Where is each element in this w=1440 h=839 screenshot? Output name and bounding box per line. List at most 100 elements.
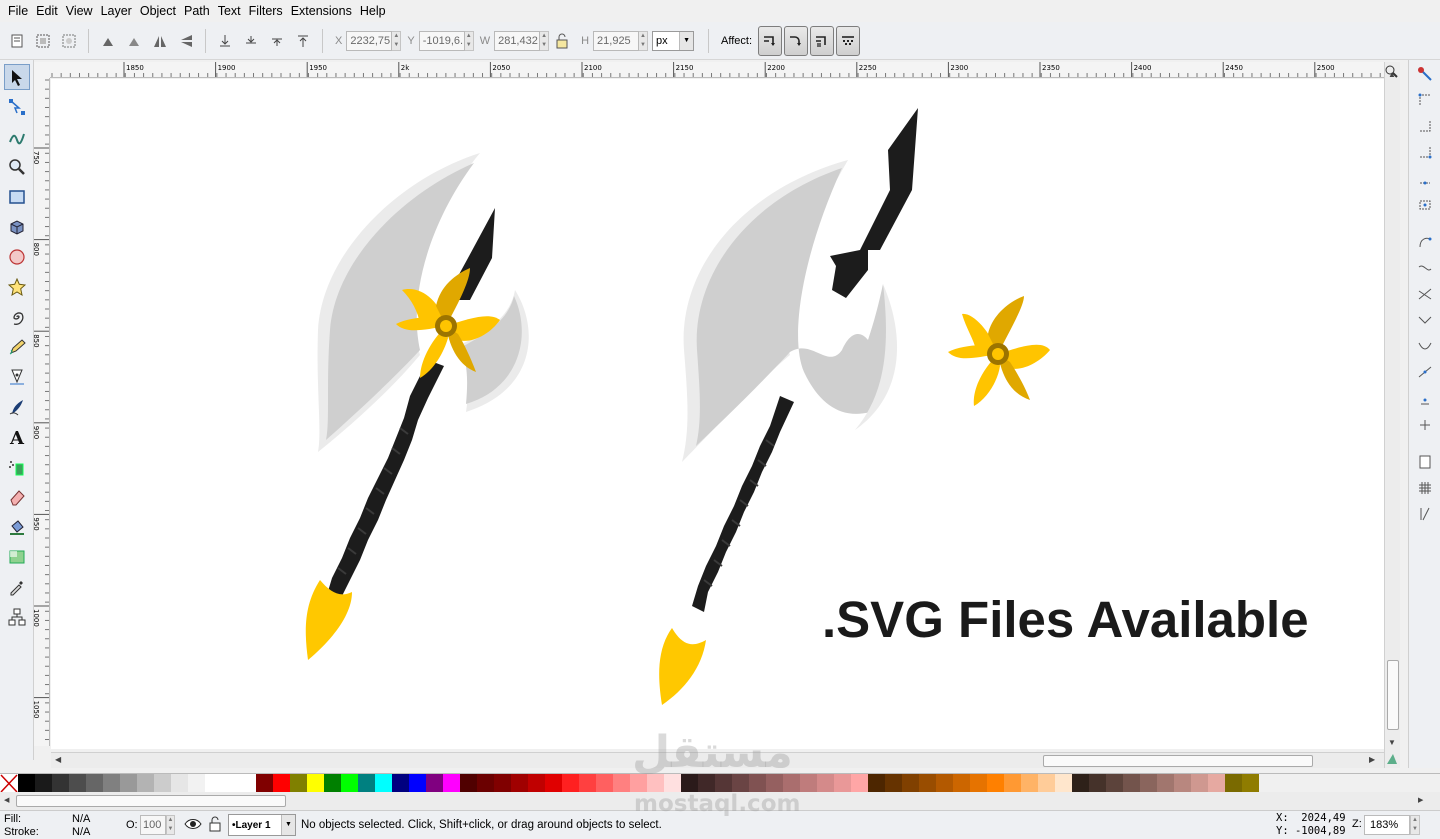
lock-icon[interactable] <box>551 30 573 52</box>
snap-bbox-edge-icon[interactable] <box>1413 114 1437 138</box>
palette-swatch[interactable] <box>800 774 817 793</box>
snap-smooth-nodes-icon[interactable] <box>1413 334 1437 358</box>
palette-swatch[interactable] <box>69 774 86 793</box>
vertical-scrollbar[interactable]: ▲ ▼ <box>1384 62 1400 768</box>
rotate-ccw-icon[interactable] <box>97 30 119 52</box>
palette-swatch[interactable] <box>273 774 290 793</box>
snap-bbox-midpoint-icon[interactable] <box>1413 166 1437 190</box>
calligraphy-tool[interactable] <box>4 394 30 420</box>
palette-swatch[interactable] <box>1157 774 1174 793</box>
rectangle-tool[interactable] <box>4 184 30 210</box>
menu-view[interactable]: View <box>62 0 97 22</box>
x-spin-arrows[interactable]: ▲ ▼ <box>392 30 402 51</box>
palette-swatch[interactable] <box>256 774 273 793</box>
lower-to-bottom-icon[interactable] <box>214 30 236 52</box>
snap-guides-icon[interactable] <box>1413 502 1437 526</box>
affect-patterns-button[interactable] <box>836 25 861 56</box>
scroll-right-arrow[interactable]: ▶ <box>1369 755 1375 764</box>
palette-swatch[interactable] <box>1055 774 1072 793</box>
affect-gradients-button[interactable] <box>810 25 835 56</box>
palette-swatch[interactable] <box>375 774 392 793</box>
flip-vertical-icon[interactable] <box>175 30 197 52</box>
palette-swatch[interactable] <box>596 774 613 793</box>
palette-swatch[interactable] <box>137 774 154 793</box>
palette-swatch[interactable] <box>1038 774 1055 793</box>
palette-swatch[interactable] <box>1004 774 1021 793</box>
menu-filters[interactable]: Filters <box>245 0 287 22</box>
menu-extensions[interactable]: Extensions <box>287 0 356 22</box>
y-field[interactable]: -1019,6. ▲ ▼ <box>418 30 474 51</box>
palette-swatch[interactable] <box>579 774 596 793</box>
palette-swatch[interactable] <box>511 774 528 793</box>
palette-swatch[interactable] <box>35 774 52 793</box>
palette-swatch[interactable] <box>1174 774 1191 793</box>
palette-swatch[interactable] <box>1191 774 1208 793</box>
snap-object-center-icon[interactable] <box>1413 386 1437 410</box>
palette-swatch[interactable] <box>1242 774 1259 793</box>
menu-path[interactable]: Path <box>180 0 214 22</box>
scroll-left-arrow[interactable]: ◀ <box>55 755 61 764</box>
palette-scroll-right[interactable]: ▶ <box>1418 796 1423 804</box>
snap-bbox-corner-icon[interactable] <box>1413 140 1437 164</box>
node-tool[interactable] <box>4 94 30 120</box>
palette-swatch[interactable] <box>171 774 188 793</box>
palette-swatch[interactable] <box>324 774 341 793</box>
horizontal-ruler[interactable]: 1850 1900 1950 2k 2050 2100 2150 2200 2250 2300 23… <box>50 62 1384 78</box>
lower-icon[interactable] <box>240 30 262 52</box>
palette-swatch[interactable] <box>953 774 970 793</box>
palette-swatch[interactable] <box>613 774 630 793</box>
h-spin-arrows[interactable]: ▲ ▼ <box>639 30 649 51</box>
palette-swatch[interactable] <box>188 774 205 793</box>
exploded-pommel-gold[interactable] <box>659 628 706 705</box>
h-value[interactable]: 21,925 <box>593 30 640 51</box>
selector-tool[interactable] <box>4 64 30 90</box>
menu-object[interactable]: Object <box>136 0 180 22</box>
color-manage-icon[interactable] <box>1385 752 1401 768</box>
gradient-tool[interactable] <box>4 544 30 570</box>
vertical-scroll-thumb[interactable] <box>1387 660 1399 730</box>
3d-box-tool[interactable] <box>4 214 30 240</box>
palette-swatch[interactable] <box>52 774 69 793</box>
opacity-field[interactable]: 100 <box>140 815 166 835</box>
palette-swatch[interactable] <box>970 774 987 793</box>
dropper-tool[interactable] <box>4 574 30 600</box>
eraser-tool[interactable] <box>4 484 30 510</box>
palette-swatch[interactable] <box>1021 774 1038 793</box>
palette-swatch[interactable] <box>205 774 222 793</box>
x-value[interactable]: 2232,75 <box>346 30 393 51</box>
palette-swatch[interactable] <box>1089 774 1106 793</box>
zoom-spin-arrows[interactable]: ▲ ▼ <box>1410 815 1420 835</box>
spray-tool[interactable] <box>4 454 30 480</box>
exploded-spike[interactable] <box>830 108 918 298</box>
menu-help[interactable]: Help <box>356 0 390 22</box>
snap-bbox-center-icon[interactable] <box>1413 192 1437 216</box>
palette-swatch[interactable] <box>409 774 426 793</box>
axe-assembled[interactable] <box>305 153 529 660</box>
drawing-canvas[interactable]: .SVG Files Available <box>51 79 1384 749</box>
palette-swatch[interactable] <box>103 774 120 793</box>
palette-swatch[interactable] <box>1106 774 1123 793</box>
exploded-pinwheel[interactable] <box>948 296 1050 406</box>
palette-swatch[interactable] <box>477 774 494 793</box>
unit-select[interactable]: px ▼ <box>652 30 695 51</box>
palette-swatch[interactable] <box>341 774 358 793</box>
zoom-field[interactable]: 183% <box>1364 815 1410 835</box>
palette-swatch[interactable] <box>1123 774 1140 793</box>
snap-grids-icon[interactable] <box>1413 476 1437 500</box>
stroke-value[interactable]: N/A <box>72 826 90 838</box>
snap-rotation-center-icon[interactable] <box>1413 412 1437 436</box>
palette-swatch[interactable] <box>290 774 307 793</box>
menu-edit[interactable]: Edit <box>32 0 62 22</box>
ellipse-tool[interactable] <box>4 244 30 270</box>
text-tool[interactable]: A <box>4 424 30 450</box>
horizontal-scroll-thumb[interactable] <box>1043 755 1313 767</box>
palette-swatch[interactable] <box>1208 774 1225 793</box>
palette-swatch[interactable] <box>919 774 936 793</box>
h-field[interactable]: 21,925 ▲ ▼ <box>593 30 649 51</box>
axe-right-blade-mid[interactable] <box>460 296 522 404</box>
pen-tool[interactable] <box>4 364 30 390</box>
raise-icon[interactable] <box>266 30 288 52</box>
palette-swatch[interactable] <box>562 774 579 793</box>
palette-swatch[interactable] <box>222 774 239 793</box>
layer-visibility-eye-icon[interactable] <box>184 816 202 835</box>
